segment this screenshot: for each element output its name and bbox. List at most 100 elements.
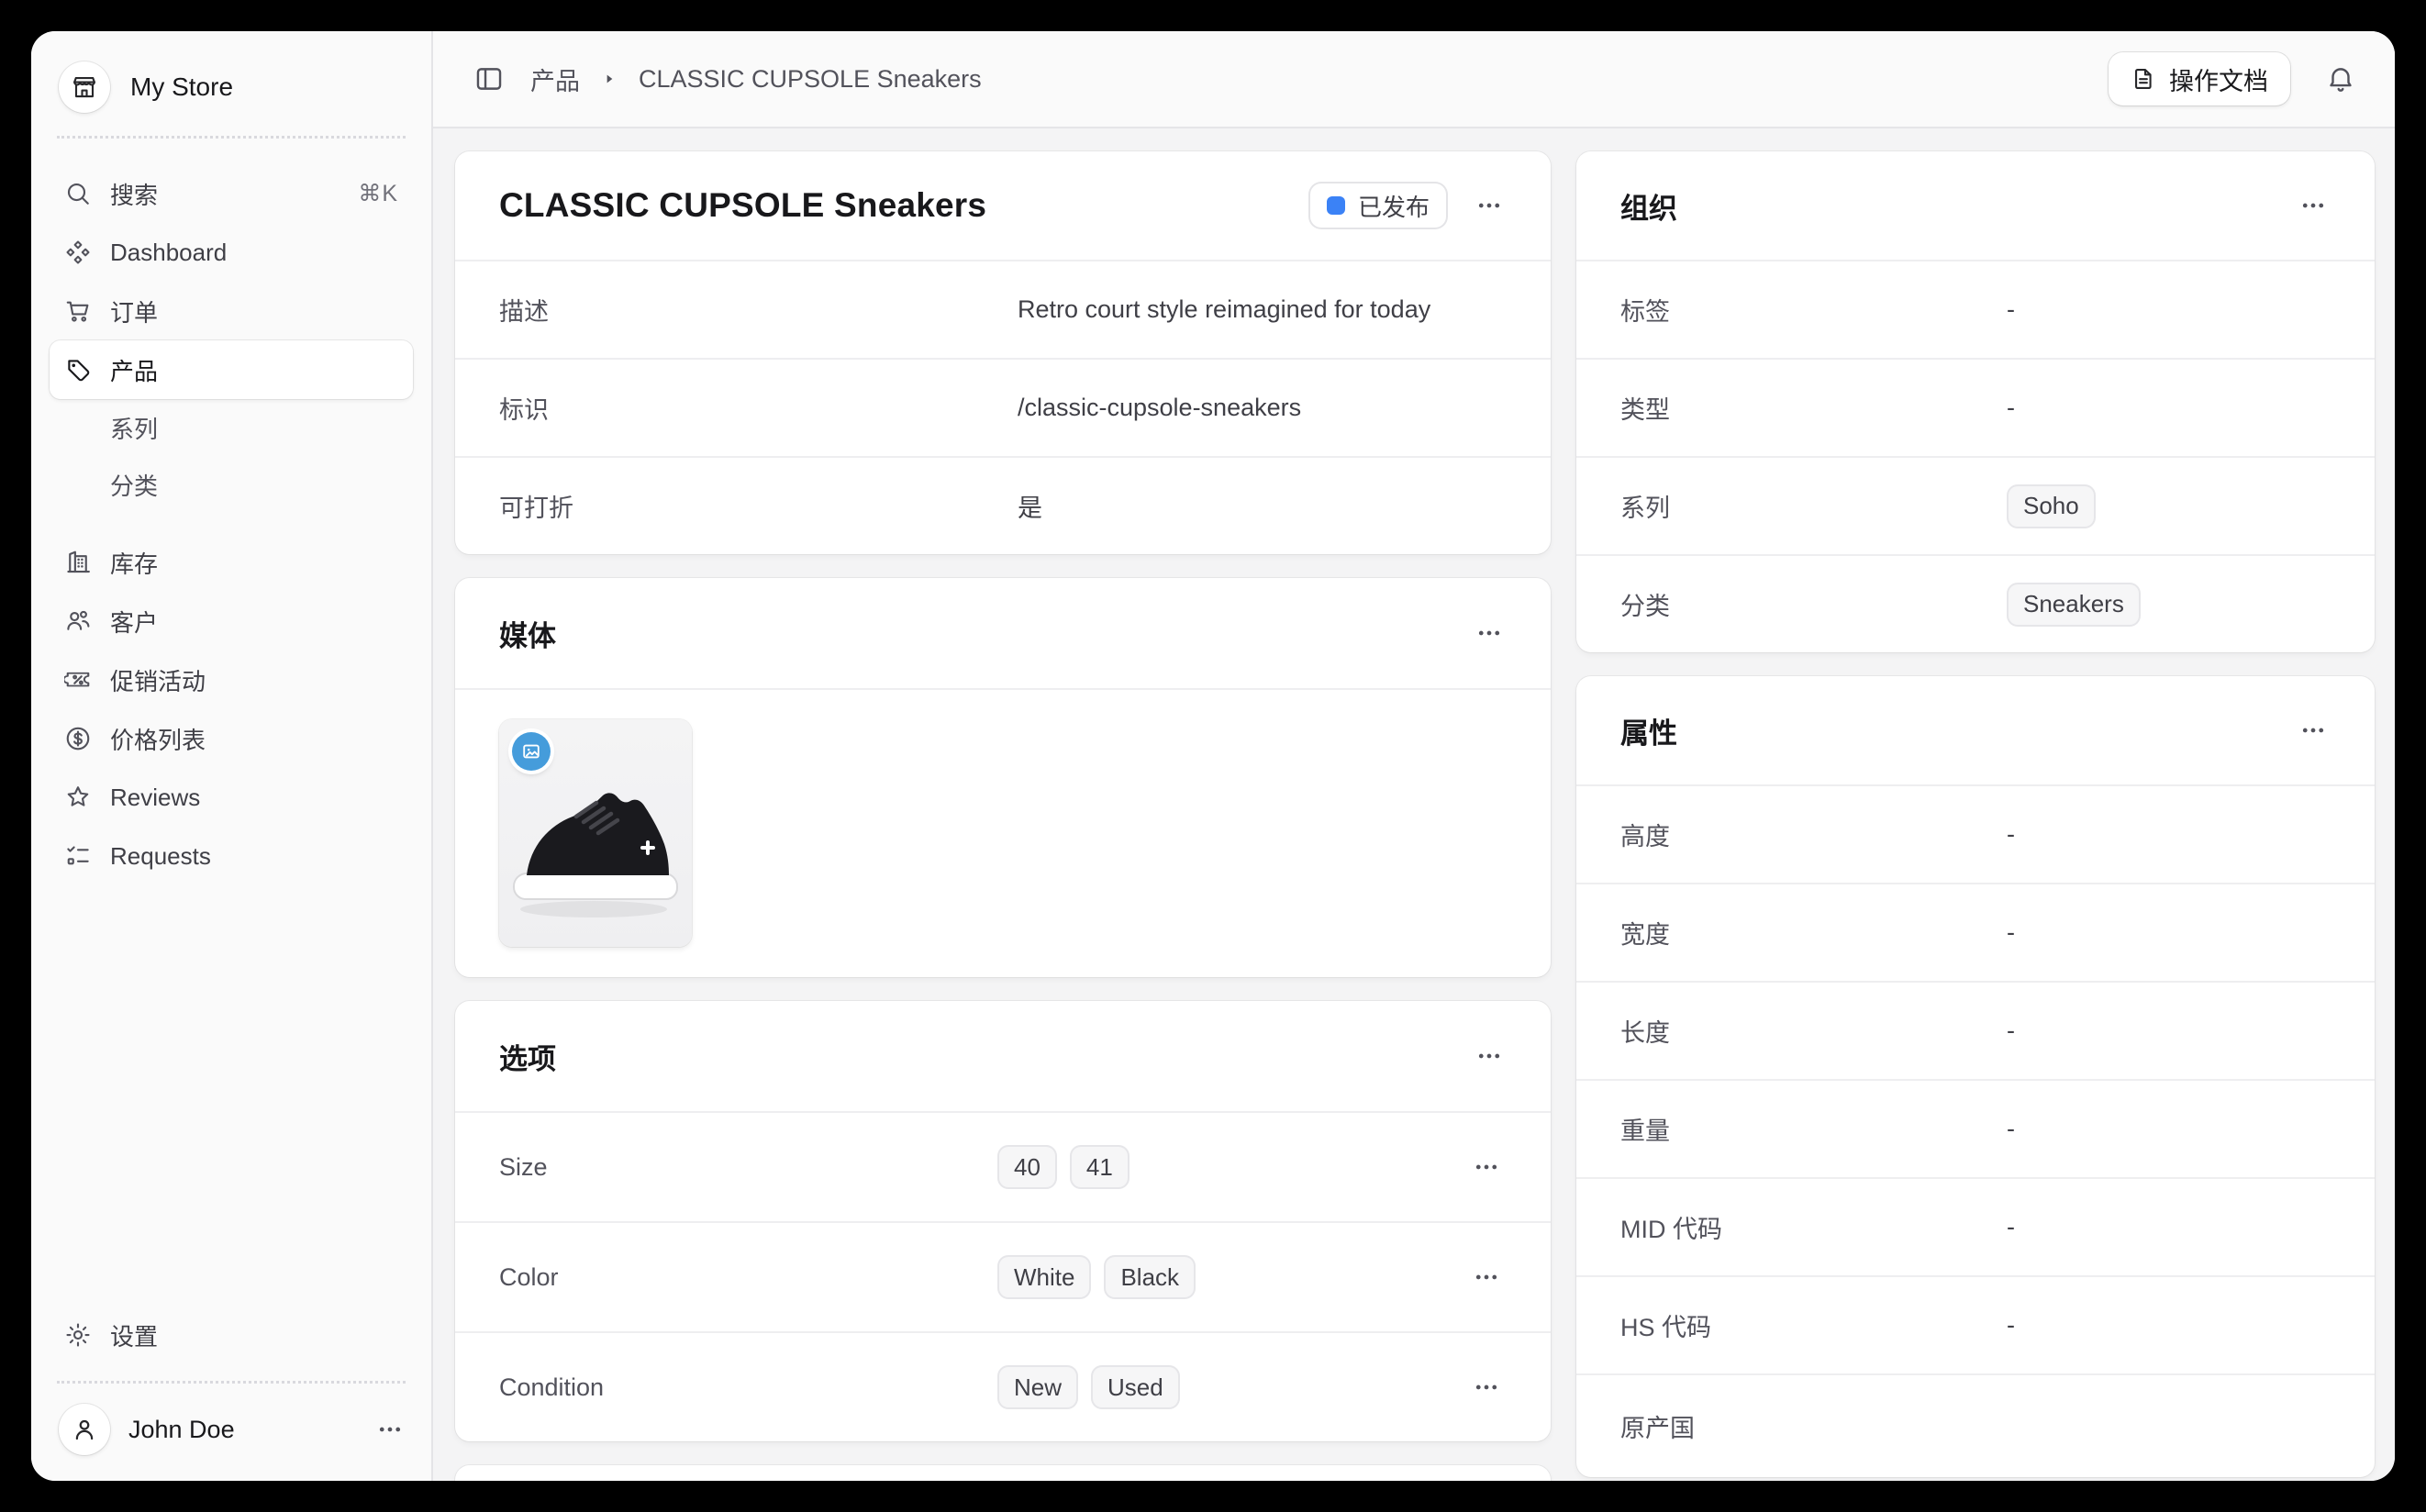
user-menu-ellipsis-icon[interactable] [376, 1416, 404, 1443]
sidebar-item-price-lists[interactable]: 价格列表 [50, 709, 413, 768]
sidebar-item-label: 分类 [110, 468, 158, 502]
sidebar-item-customers[interactable]: 客户 [50, 592, 413, 650]
sidebar-toggle-button[interactable] [470, 60, 508, 98]
row-label: 分类 [1620, 586, 1975, 622]
organize-menu-ellipsis-button[interactable] [2296, 188, 2331, 223]
sidebar-item-dashboard[interactable]: Dashboard [50, 223, 413, 282]
row-label: 宽度 [1620, 915, 1975, 951]
collection-chip[interactable]: Soho [2007, 484, 2096, 528]
attributes-card-header: 属性 [1576, 676, 2375, 784]
currency-dollar-icon [64, 725, 92, 752]
content: CLASSIC CUPSOLE Sneakers 已发布 描 [433, 128, 2395, 1481]
sidebar-item-settings[interactable]: 设置 [50, 1306, 413, 1364]
row-label: Size [499, 1153, 983, 1182]
option-size-ellipsis-button[interactable] [1466, 1150, 1507, 1184]
breadcrumb-section[interactable]: 产品 [530, 61, 580, 97]
options-card: 选项 Size 40 41 [455, 1001, 1551, 1441]
docs-button[interactable]: 操作文档 [2109, 52, 2290, 106]
category-chip[interactable]: Sneakers [2007, 583, 2141, 627]
row-value: - [1975, 295, 2331, 324]
attribute-row-mid-code: MID 代码 - [1576, 1177, 2375, 1275]
sidebar-item-label: Requests [110, 842, 211, 871]
sidebar-item-orders[interactable]: 订单 [50, 282, 413, 340]
sidebar-item-label: 促销活动 [110, 663, 206, 697]
sidebar-item-categories[interactable]: 分类 [50, 456, 413, 513]
left-column: CLASSIC CUPSOLE Sneakers 已发布 描 [455, 151, 1551, 1481]
sidebar-item-label: 价格列表 [110, 722, 206, 756]
organize-row-type: 类型 - [1576, 358, 2375, 456]
store-switcher[interactable]: My Store [50, 31, 413, 119]
row-label: 描述 [499, 292, 1003, 328]
sidebar-item-search[interactable]: 搜索 ⌘K [50, 164, 413, 223]
store-logo-icon [59, 61, 110, 113]
sidebar-item-products[interactable]: 产品 [50, 340, 413, 399]
sidebar-item-label: 系列 [110, 411, 158, 445]
option-condition-ellipsis-button[interactable] [1466, 1370, 1507, 1405]
option-value-chip: 40 [997, 1145, 1057, 1189]
option-color-ellipsis-button[interactable] [1466, 1260, 1507, 1295]
attribute-row-length: 长度 - [1576, 981, 2375, 1079]
row-value: - [1975, 394, 2331, 422]
user-avatar [59, 1404, 110, 1455]
row-label: MID 代码 [1620, 1209, 1975, 1245]
attribute-row-width: 宽度 - [1576, 883, 2375, 981]
option-row-condition: Condition New Used [455, 1331, 1551, 1441]
organize-row-category: 分类 Sneakers [1576, 554, 2375, 652]
options-menu-ellipsis-button[interactable] [1472, 1039, 1507, 1073]
main-area: 产品 CLASSIC CUPSOLE Sneakers 操作文档 [433, 31, 2395, 1481]
sidebar-item-promotions[interactable]: 促销活动 [50, 650, 413, 709]
user-name: John Doe [128, 1416, 235, 1444]
sidebar-item-collections[interactable]: 系列 [50, 399, 413, 456]
sidebar-item-label: 产品 [110, 353, 158, 387]
breadcrumb-caret-icon [602, 72, 617, 86]
dashboard-icon [64, 239, 92, 266]
sidebar-item-label: Dashboard [110, 239, 227, 267]
sidebar-item-label: 搜索 [110, 177, 158, 211]
row-label: 可打折 [499, 488, 1003, 524]
media-menu-ellipsis-button[interactable] [1472, 616, 1507, 650]
row-value: - [1975, 1311, 2331, 1340]
attributes-menu-ellipsis-button[interactable] [2296, 713, 2331, 748]
organize-card-header: 组织 [1576, 151, 2375, 260]
sidebar-item-requests[interactable]: Requests [50, 827, 413, 885]
breadcrumb-current: CLASSIC CUPSOLE Sneakers [639, 65, 982, 94]
search-shortcut: ⌘K [358, 180, 398, 207]
media-card-header: 媒体 [455, 578, 1551, 688]
product-menu-ellipsis-button[interactable] [1472, 188, 1507, 223]
breadcrumb: 产品 CLASSIC CUPSOLE Sneakers [470, 60, 982, 98]
tag-icon [64, 356, 92, 384]
sidebar-divider-bottom [57, 1381, 406, 1384]
user-menu[interactable]: John Doe [50, 1400, 413, 1466]
sidebar-item-label: 库存 [110, 546, 158, 580]
row-label: 系列 [1620, 488, 1975, 524]
option-row-size: Size 40 41 [455, 1111, 1551, 1221]
row-label: Color [499, 1263, 983, 1292]
attribute-row-origin-country: 原产国 [1576, 1373, 2375, 1477]
row-value: - [1975, 918, 2331, 947]
media-gallery [455, 688, 1551, 977]
store-name: My Store [130, 72, 233, 102]
attribute-row-height: 高度 - [1576, 784, 2375, 883]
organize-card-title: 组织 [1620, 185, 1677, 227]
media-thumbnail[interactable] [499, 719, 692, 947]
row-value: - [1975, 1213, 2331, 1241]
option-value-chip: White [997, 1255, 1091, 1299]
status-badge: 已发布 [1308, 182, 1448, 229]
docs-button-label: 操作文档 [2169, 61, 2268, 97]
gear-icon [64, 1321, 92, 1349]
sidebar-item-reviews[interactable]: Reviews [50, 768, 413, 827]
product-row-discountable: 可打折 是 [455, 456, 1551, 554]
sidebar: My Store 搜索 ⌘K Dashboard [31, 31, 433, 1481]
media-card-title: 媒体 [499, 613, 556, 654]
notifications-bell-button[interactable] [2321, 60, 2360, 98]
right-column: 组织 标签 - 类型 - [1576, 151, 2375, 1481]
sidebar-divider-top [57, 136, 406, 139]
row-label: 高度 [1620, 817, 1975, 852]
sidebar-bottom: 设置 John Doe [50, 1306, 413, 1481]
organize-row-collection: 系列 Soho [1576, 456, 2375, 554]
sidebar-item-inventory[interactable]: 库存 [50, 533, 413, 592]
row-label: 原产国 [1620, 1408, 1975, 1444]
users-icon [64, 607, 92, 635]
sidebar-item-label: 订单 [110, 295, 158, 328]
row-label: Condition [499, 1373, 983, 1402]
